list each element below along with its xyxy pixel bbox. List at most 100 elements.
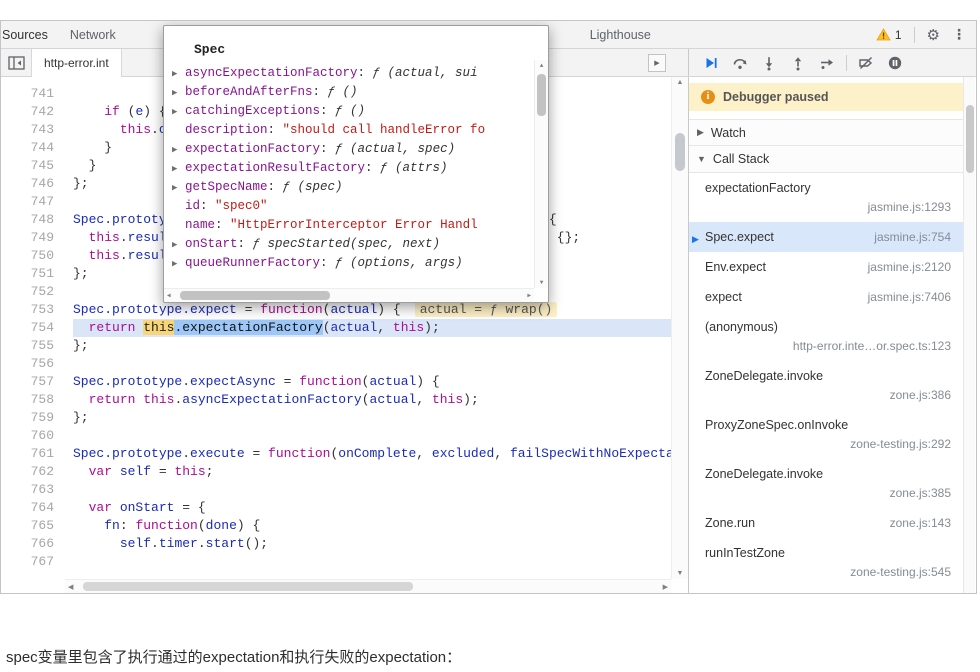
line-number[interactable]: 764 <box>1 499 63 517</box>
pause-on-exceptions-button[interactable] <box>885 52 905 74</box>
line-number[interactable]: 758 <box>1 391 63 409</box>
scrollbar-thumb[interactable] <box>966 105 974 173</box>
popup-property-row[interactable]: id: "spec0" <box>164 197 548 216</box>
callstack-frame[interactable]: runInTestZone zone-testing.js:545 <box>689 538 963 587</box>
popup-property-row[interactable]: description: "should call handleError fo <box>164 121 548 140</box>
step-button[interactable] <box>817 52 837 74</box>
callstack-frame[interactable]: ▶ Spec.expect jasmine.js:754 <box>689 222 963 252</box>
code-line[interactable]: 759}; <box>1 409 688 427</box>
callstack-frame[interactable]: ZoneDelegate.invoke zone.js:385 <box>689 459 963 508</box>
expand-arrow-icon[interactable]: ▶ <box>172 84 185 102</box>
expand-arrow-icon[interactable]: ▶ <box>172 65 185 83</box>
line-number[interactable]: 745 <box>1 157 63 175</box>
tab-sources[interactable]: Sources <box>1 21 59 49</box>
scrollbar-thumb[interactable] <box>537 74 546 116</box>
scroll-down-icon[interactable]: ▼ <box>672 570 688 577</box>
line-number[interactable]: 744 <box>1 139 63 157</box>
line-number[interactable]: 759 <box>1 409 63 427</box>
editor-vertical-scrollbar[interactable]: ▲ ▼ <box>671 77 688 579</box>
popup-property-row[interactable]: ▶ expectationResultFactory: ƒ (attrs) <box>164 159 548 178</box>
watch-section-header[interactable]: ▶ Watch <box>689 119 963 146</box>
sidebar-scrollbar[interactable] <box>963 77 975 593</box>
scroll-up-icon[interactable]: ▲ <box>672 79 688 86</box>
callstack-frame[interactable]: expectationFactory jasmine.js:1293 <box>689 173 963 222</box>
deactivate-breakpoints-button[interactable] <box>856 52 876 74</box>
code-line[interactable]: 763 <box>1 481 688 499</box>
step-over-button[interactable] <box>730 52 750 74</box>
line-number[interactable]: 748 <box>1 211 63 229</box>
line-number[interactable]: 742 <box>1 103 63 121</box>
expand-arrow-icon[interactable]: ▶ <box>172 236 185 254</box>
line-number[interactable]: 753 <box>1 301 63 319</box>
line-number[interactable]: 755 <box>1 337 63 355</box>
code-line[interactable]: 756 <box>1 355 688 373</box>
scrollbar-thumb[interactable] <box>83 582 413 591</box>
more-menu-icon[interactable]: ⋮ <box>952 26 966 43</box>
scroll-left-icon[interactable]: ◀ <box>167 292 171 299</box>
tab-lighthouse[interactable]: Lighthouse <box>579 21 662 49</box>
code-line[interactable]: 757 Spec.prototype.expectAsync = function… <box>1 373 688 391</box>
callstack-frame[interactable]: Env.expect jasmine.js:2120 <box>689 252 963 282</box>
tab-network[interactable]: Network <box>59 21 127 49</box>
code-line[interactable]: 753 Spec.prototype.expect = function(actu… <box>1 301 688 319</box>
popup-property-row[interactable]: name: "HttpErrorInterceptor Error Handl <box>164 216 548 235</box>
popup-property-row[interactable]: ▶ catchingExceptions: ƒ () <box>164 102 548 121</box>
code-line[interactable]: 766 self.timer.start(); <box>1 535 688 553</box>
callstack-frame[interactable]: (anonymous) http-error.inte…or.spec.ts:12… <box>689 312 963 361</box>
scroll-left-icon[interactable]: ◀ <box>68 583 73 591</box>
popup-property-row[interactable]: ▶ onStart: ƒ specStarted(spec, next) <box>164 235 548 254</box>
expand-arrow-icon[interactable]: ▶ <box>172 160 185 178</box>
step-into-button[interactable] <box>759 52 779 74</box>
popover-vertical-scrollbar[interactable]: ▲ ▼ <box>534 60 548 288</box>
expand-arrow-icon[interactable]: ▶ <box>172 255 185 273</box>
expand-arrow-icon[interactable]: ▶ <box>172 179 185 197</box>
line-number[interactable]: 751 <box>1 265 63 283</box>
callstack-section-header[interactable]: ▼ Call Stack <box>689 146 963 173</box>
warning-badge[interactable]: 1 <box>876 28 902 42</box>
line-number[interactable]: 760 <box>1 427 63 445</box>
expand-arrow-icon[interactable]: ▶ <box>172 103 185 121</box>
line-number[interactable]: 767 <box>1 553 63 571</box>
line-number[interactable]: 747 <box>1 193 63 211</box>
line-number[interactable]: 766 <box>1 535 63 553</box>
resume-button[interactable] <box>701 52 721 74</box>
scrollbar-thumb[interactable] <box>675 133 685 171</box>
more-tabs-button[interactable]: ▶ <box>648 54 666 72</box>
code-line[interactable]: 767 <box>1 553 688 571</box>
popup-property-row[interactable]: ▶ asyncExpectationFactory: ƒ (actual, sui <box>164 64 548 83</box>
line-number[interactable]: 752 <box>1 283 63 301</box>
code-line[interactable]: 765 fn: function(done) { <box>1 517 688 535</box>
line-number[interactable]: 741 <box>1 85 63 103</box>
popup-property-row[interactable]: ▶ expectationFactory: ƒ (actual, spec) <box>164 140 548 159</box>
code-line[interactable]: 764 var onStart = { <box>1 499 688 517</box>
code-line[interactable]: 755}; <box>1 337 688 355</box>
line-number[interactable]: 757 <box>1 373 63 391</box>
line-number[interactable]: 762 <box>1 463 63 481</box>
scroll-up-icon[interactable]: ▲ <box>535 62 548 69</box>
expand-arrow-icon[interactable]: ▶ <box>172 141 185 159</box>
callstack-frame[interactable]: expect jasmine.js:7406 <box>689 282 963 312</box>
line-number[interactable]: 750 <box>1 247 63 265</box>
line-number[interactable]: 746 <box>1 175 63 193</box>
callstack-frame[interactable]: ProxyZoneSpec.onInvoke zone-testing.js:29… <box>689 410 963 459</box>
step-out-button[interactable] <box>788 52 808 74</box>
scroll-down-icon[interactable]: ▼ <box>535 279 548 286</box>
popup-property-row[interactable]: ▶ beforeAndAfterFns: ƒ () <box>164 83 548 102</box>
code-line[interactable]: 760 <box>1 427 688 445</box>
line-number[interactable]: 761 <box>1 445 63 463</box>
popup-property-row[interactable]: ▶ getSpecName: ƒ (spec) <box>164 178 548 197</box>
line-number[interactable]: 763 <box>1 481 63 499</box>
line-number[interactable]: 743 <box>1 121 63 139</box>
line-number[interactable]: 749 <box>1 229 63 247</box>
scroll-right-icon[interactable]: ▶ <box>663 583 668 591</box>
code-line[interactable]: 762 var self = this; <box>1 463 688 481</box>
callstack-frame[interactable]: ZoneDelegate.invoke zone.js:386 <box>689 361 963 410</box>
code-line[interactable]: 758 return this.asyncExpectationFactory(… <box>1 391 688 409</box>
line-number[interactable]: 754 <box>1 319 63 337</box>
code-line[interactable]: 761 Spec.prototype.execute = function(onC… <box>1 445 688 463</box>
panel-toggle-button[interactable] <box>1 49 31 77</box>
line-number[interactable]: 756 <box>1 355 63 373</box>
scroll-right-icon[interactable]: ▶ <box>527 292 531 299</box>
settings-icon[interactable]: ⚙ <box>927 26 940 44</box>
popover-horizontal-scrollbar[interactable]: ◀ ▶ <box>164 288 534 302</box>
